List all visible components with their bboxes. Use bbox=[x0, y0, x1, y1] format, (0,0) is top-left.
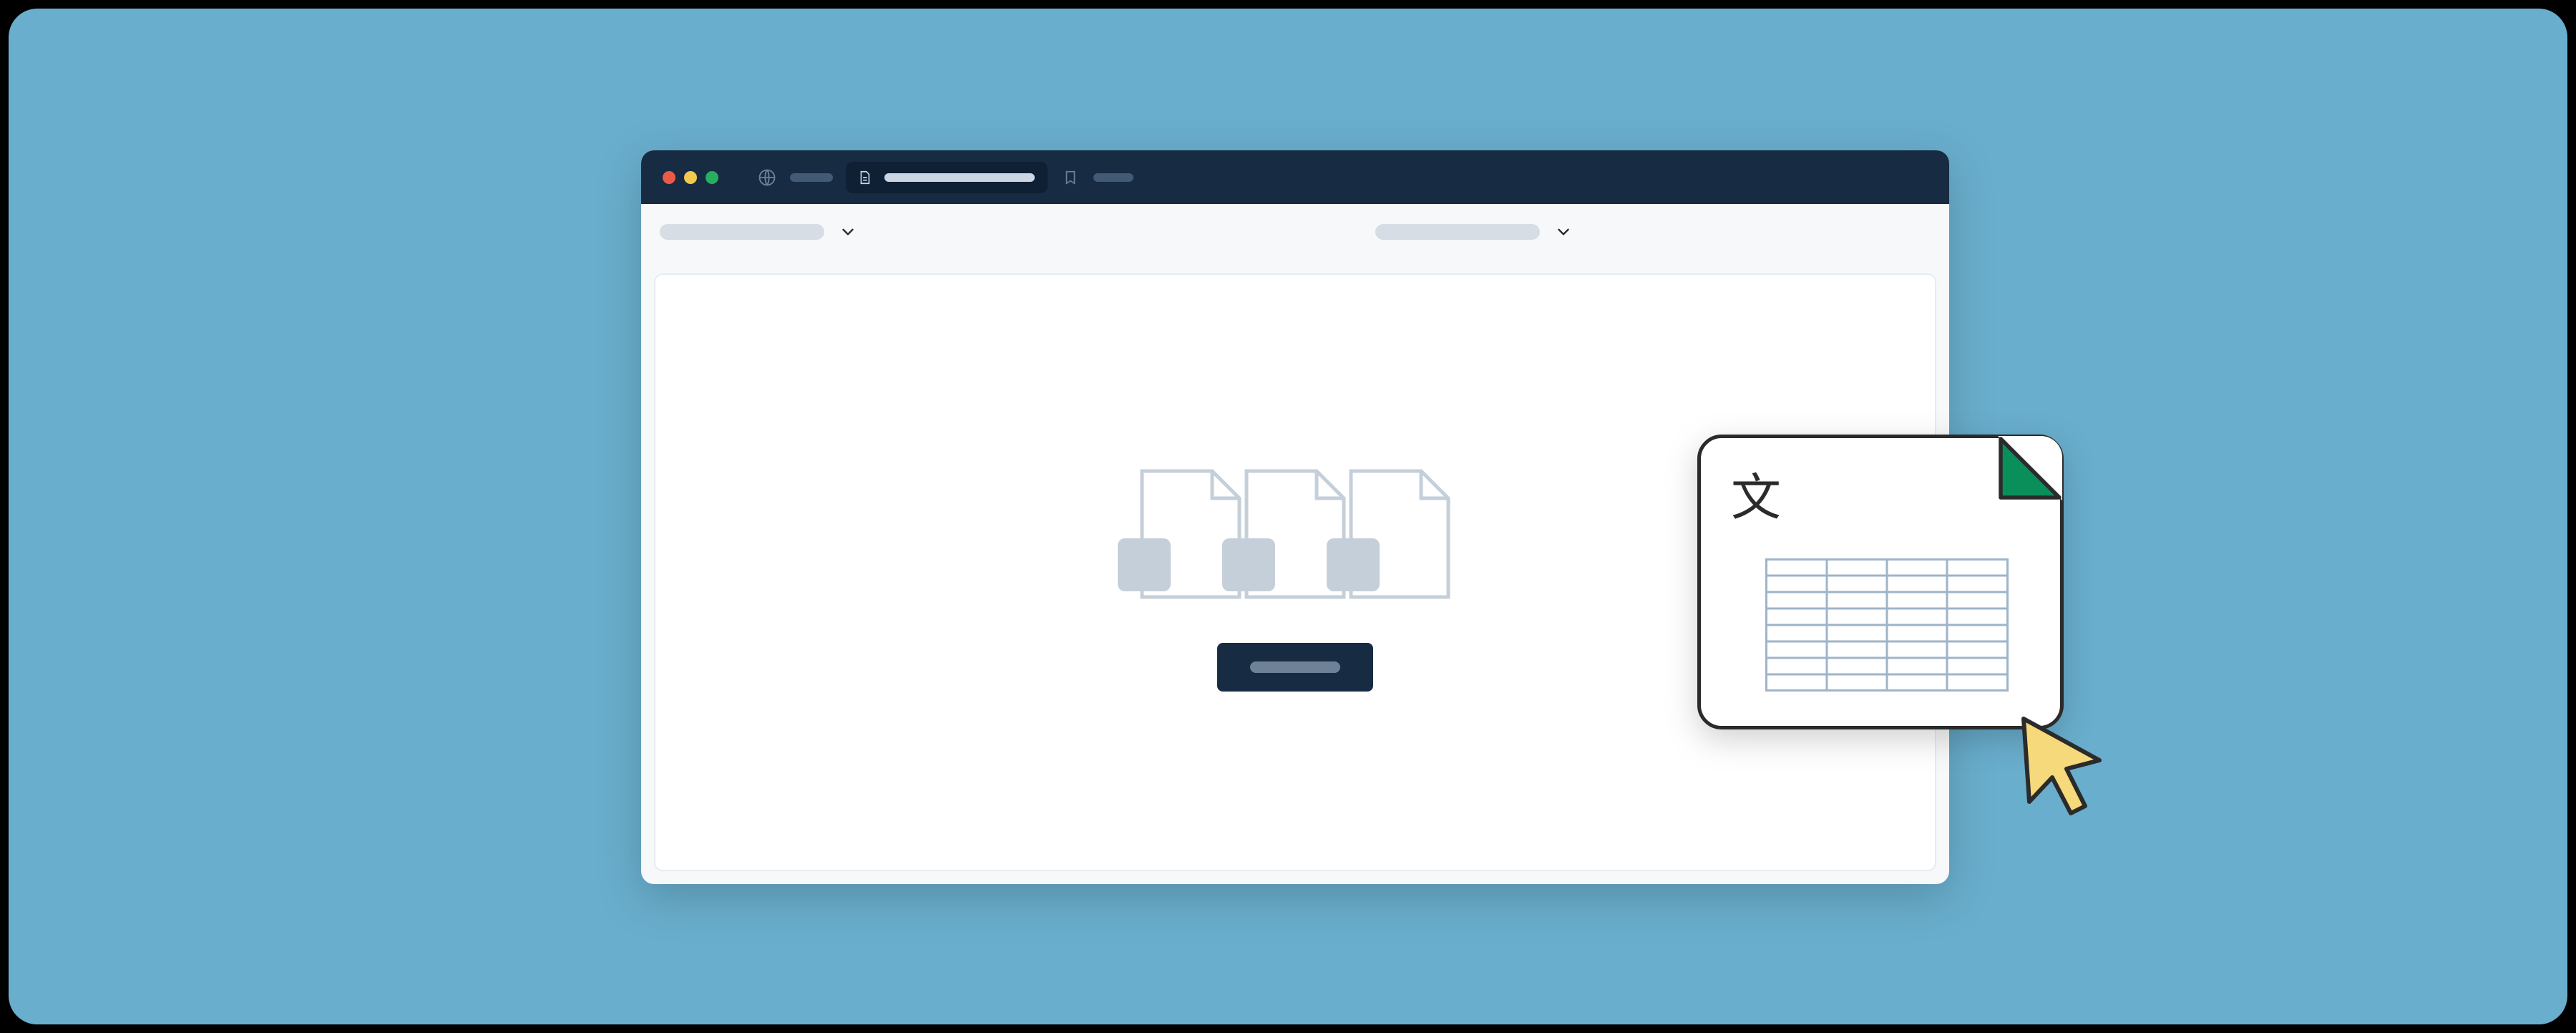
translation-glyph: 文 bbox=[1731, 472, 1781, 523]
document-icon bbox=[854, 168, 874, 188]
document-thumbnail bbox=[1118, 538, 1171, 591]
button-label-placeholder bbox=[1250, 661, 1340, 673]
page-fold-icon bbox=[1998, 436, 2062, 500]
toolbar-dropdown-1[interactable] bbox=[660, 223, 857, 241]
dropdown-label-placeholder bbox=[1375, 224, 1540, 240]
bookmark-icon[interactable] bbox=[1060, 168, 1080, 188]
chevron-down-icon bbox=[1554, 223, 1573, 241]
dropdown-label-placeholder bbox=[660, 224, 824, 240]
titlebar-placeholder-2 bbox=[1093, 173, 1133, 182]
globe-icon bbox=[757, 168, 777, 188]
primary-action-button[interactable] bbox=[1217, 643, 1373, 692]
titlebar-placeholder bbox=[790, 173, 833, 182]
toolbar-dropdown-2[interactable] bbox=[1375, 223, 1573, 241]
document-placeholder-row bbox=[1138, 467, 1453, 601]
maximize-window-dot[interactable] bbox=[706, 171, 718, 184]
illustration-canvas: 文 bbox=[9, 9, 2567, 1024]
browser-titlebar bbox=[641, 150, 1949, 204]
minimize-window-dot[interactable] bbox=[684, 171, 697, 184]
spreadsheet-document-card[interactable]: 文 bbox=[1697, 435, 2064, 729]
document-thumbnail bbox=[1327, 538, 1380, 591]
app-toolbar bbox=[641, 204, 1949, 260]
address-bar[interactable] bbox=[846, 162, 1048, 193]
close-window-dot[interactable] bbox=[663, 171, 675, 184]
window-traffic-lights bbox=[663, 171, 718, 184]
chevron-down-icon bbox=[839, 223, 857, 241]
cursor-pointer-icon bbox=[2015, 710, 2115, 818]
document-thumbnail bbox=[1222, 538, 1275, 591]
spreadsheet-grid-icon bbox=[1765, 558, 2009, 692]
url-placeholder bbox=[884, 173, 1035, 182]
document-placeholder-icon bbox=[1347, 467, 1453, 601]
